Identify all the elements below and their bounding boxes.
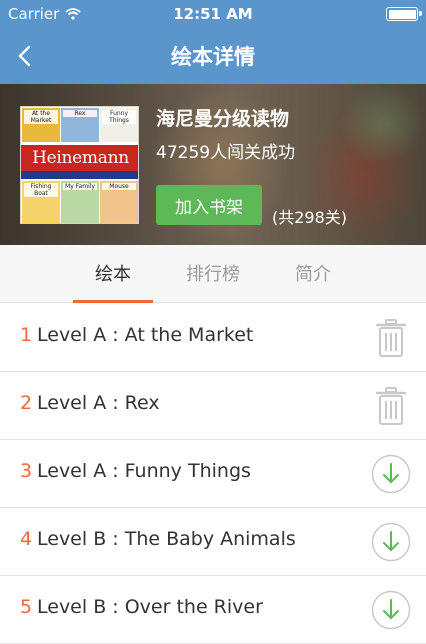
book-header: At the Market Rex Funny Things Heinemann… [0, 84, 426, 245]
item-title: Level A : Rex [37, 392, 160, 414]
page-title: 绘本详情 [171, 45, 255, 69]
item-number: 1 [20, 324, 33, 346]
delete-button[interactable] [370, 384, 412, 428]
download-icon [371, 454, 411, 494]
status-time: 12:51 AM [173, 5, 253, 23]
cover-tile: My Family [61, 181, 99, 223]
cover-tile: Fishing Boat [22, 181, 60, 223]
download-icon [371, 522, 411, 562]
item-number: 3 [20, 460, 33, 482]
list-item[interactable]: 5 Level B : Over the River [0, 576, 426, 644]
delete-button[interactable] [370, 316, 412, 360]
download-icon [371, 590, 411, 630]
download-button[interactable] [370, 520, 412, 564]
item-title: Level B : The Baby Animals [37, 528, 296, 550]
tab-bar: 绘本 排行榜 简介 [0, 245, 426, 303]
tab-introduction[interactable]: 简介 [263, 260, 363, 286]
list-item[interactable]: 3 Level A : Funny Things [0, 440, 426, 508]
cover-brand: Heinemann [21, 145, 138, 171]
add-to-shelf-button[interactable]: 加入书架 [156, 185, 262, 225]
active-tab-indicator [73, 300, 153, 303]
item-number: 5 [20, 596, 33, 618]
item-number: 4 [20, 528, 33, 550]
book-cover: At the Market Rex Funny Things Heinemann… [20, 106, 139, 224]
item-number: 2 [20, 392, 33, 414]
list-item[interactable]: 1 Level A : At the Market [0, 304, 426, 372]
battery-icon [386, 7, 422, 21]
trash-icon [375, 387, 407, 425]
item-title: Level A : At the Market [37, 324, 254, 346]
nav-bar: 绘本详情 [0, 28, 426, 84]
list-item[interactable]: 4 Level B : The Baby Animals [0, 508, 426, 576]
tab-leaderboard[interactable]: 排行榜 [163, 260, 263, 286]
cover-tile: Mouse [100, 181, 138, 223]
level-count: (共298关) [272, 208, 348, 227]
book-title: 海尼曼分级读物 [156, 108, 290, 130]
item-title: Level B : Over the River [37, 596, 263, 618]
tab-picture-books[interactable]: 绘本 [63, 260, 163, 286]
status-bar: Carrier 12:51 AM [0, 0, 426, 28]
list-item[interactable]: 2 Level A : Rex [0, 372, 426, 440]
book-list: 1 Level A : At the Market 2 Level A : Rex 3 L… [0, 304, 426, 644]
item-title: Level A : Funny Things [37, 460, 251, 482]
book-completion-stat: 47259人闯关成功 [156, 143, 296, 163]
cover-tile: Funny Things [100, 108, 138, 142]
download-button[interactable] [370, 588, 412, 632]
cover-tile: At the Market [22, 108, 60, 142]
download-button[interactable] [370, 452, 412, 496]
cover-tile: Rex [61, 108, 99, 142]
trash-icon [375, 319, 407, 357]
